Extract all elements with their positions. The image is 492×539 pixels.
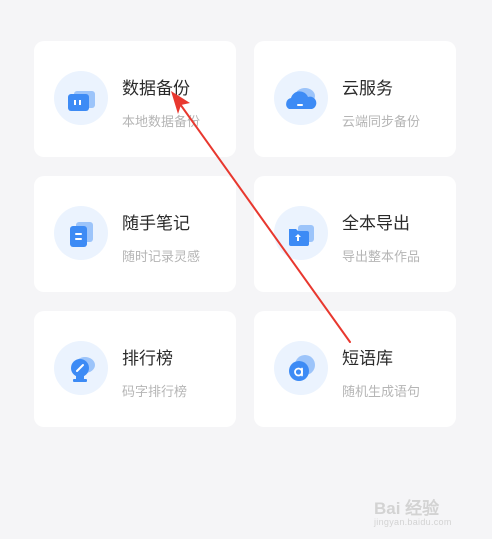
card-quick-notes[interactable]: 随手笔记 随时记录灵感	[34, 176, 236, 292]
card-title: 短语库	[342, 349, 393, 369]
card-title: 数据备份	[122, 79, 190, 99]
card-subtitle: 随时记录灵感	[122, 250, 201, 265]
note-icon	[54, 206, 108, 260]
card-title: 随手笔记	[122, 214, 190, 234]
watermark-brand: Bai 经验	[374, 499, 440, 518]
card-cloud-service[interactable]: 云服务 云端同步备份	[254, 41, 456, 157]
card-subtitle: 随机生成语句	[342, 385, 421, 400]
card-subtitle: 本地数据备份	[122, 115, 201, 130]
card-subtitle: 导出整本作品	[342, 250, 421, 265]
card-title: 云服务	[342, 79, 393, 99]
card-title: 排行榜	[122, 349, 173, 369]
card-subtitle: 云端同步备份	[342, 115, 421, 130]
card-full-export[interactable]: 全本导出 导出整本作品	[254, 176, 456, 292]
card-phrase-library[interactable]: 短语库 随机生成语句	[254, 311, 456, 427]
baidu-jingyan-watermark: Bai 经验 jingyan.baidu.com	[374, 494, 452, 527]
export-folder-icon	[274, 206, 328, 260]
ranking-trophy-icon	[54, 341, 108, 395]
backup-icon	[54, 71, 108, 125]
phrase-library-icon	[274, 341, 328, 395]
card-ranking[interactable]: 排行榜 码字排行榜	[34, 311, 236, 427]
card-data-backup[interactable]: 数据备份 本地数据备份	[34, 41, 236, 157]
watermark-url: jingyan.baidu.com	[374, 517, 452, 527]
cloud-icon	[274, 71, 328, 125]
card-subtitle: 码字排行榜	[122, 385, 188, 400]
card-title: 全本导出	[342, 214, 410, 234]
